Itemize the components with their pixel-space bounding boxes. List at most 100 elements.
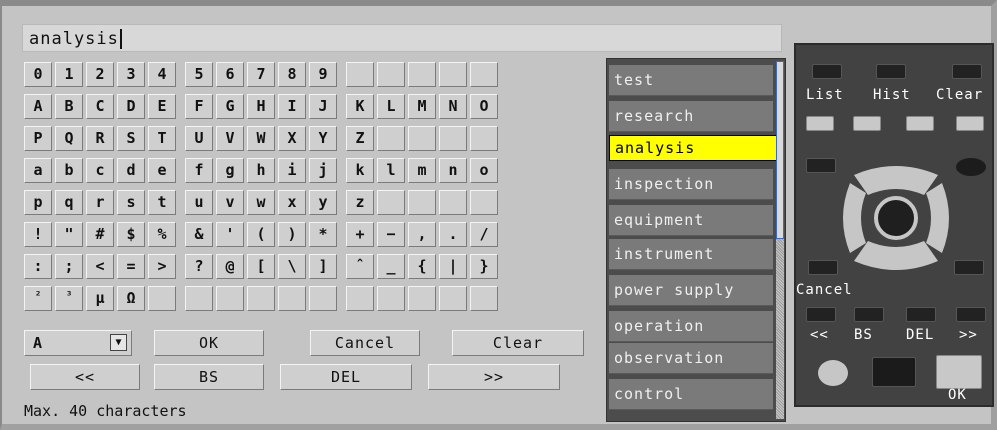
blank-key[interactable] <box>408 190 436 215</box>
blank-key[interactable] <box>439 62 467 87</box>
character-key[interactable]: ' <box>216 222 244 247</box>
history-list-item[interactable]: test <box>609 65 773 96</box>
blank-key[interactable] <box>346 286 374 311</box>
menu-remote-button[interactable] <box>806 158 836 173</box>
character-key[interactable]: S <box>117 126 145 151</box>
ok-button[interactable]: OK <box>154 330 264 356</box>
character-key[interactable]: 6 <box>216 62 244 87</box>
character-key[interactable]: ! <box>24 222 52 247</box>
history-list-item[interactable]: control <box>609 379 773 410</box>
character-key[interactable]: . <box>439 222 467 247</box>
character-key[interactable]: 0 <box>24 62 52 87</box>
character-key[interactable]: T <box>148 126 176 151</box>
character-key[interactable]: * <box>309 222 337 247</box>
enter-remote-button[interactable] <box>954 260 984 275</box>
character-key[interactable]: : <box>24 254 52 279</box>
character-key[interactable]: 4 <box>148 62 176 87</box>
character-key[interactable]: % <box>148 222 176 247</box>
character-key[interactable]: b <box>55 158 83 183</box>
character-key[interactable]: | <box>439 254 467 279</box>
blank-key[interactable] <box>247 286 275 311</box>
character-key[interactable]: F <box>185 94 213 119</box>
blank-key[interactable] <box>439 126 467 151</box>
delete-button[interactable]: DEL <box>280 364 412 390</box>
character-key[interactable]: w <box>247 190 275 215</box>
character-key[interactable]: q <box>55 190 83 215</box>
character-key[interactable]: / <box>470 222 498 247</box>
clear-button[interactable]: Clear <box>452 330 584 356</box>
character-key[interactable]: B <box>55 94 83 119</box>
right-remote-button[interactable] <box>956 307 986 322</box>
wide-remote-button[interactable] <box>872 357 916 387</box>
blank-key[interactable] <box>377 190 405 215</box>
cancel-button[interactable]: Cancel <box>310 330 420 356</box>
character-key[interactable]: > <box>148 254 176 279</box>
blank-key[interactable] <box>309 286 337 311</box>
ok-remote-button[interactable] <box>936 355 982 389</box>
character-key[interactable]: Q <box>55 126 83 151</box>
character-key[interactable]: I <box>278 94 306 119</box>
character-key[interactable]: H <box>247 94 275 119</box>
text-input[interactable]: analysis <box>22 24 782 52</box>
history-list-item[interactable]: research <box>609 101 773 132</box>
character-key[interactable]: d <box>117 158 145 183</box>
function-button-1[interactable] <box>806 116 834 131</box>
character-key[interactable]: M <box>408 94 436 119</box>
character-key[interactable]: 3 <box>117 62 145 87</box>
character-key[interactable]: h <box>247 158 275 183</box>
character-key[interactable]: ( <box>247 222 275 247</box>
character-key[interactable]: { <box>408 254 436 279</box>
character-key[interactable]: Y <box>309 126 337 151</box>
character-key[interactable]: x <box>278 190 306 215</box>
character-key[interactable]: Z <box>346 126 374 151</box>
character-key[interactable]: ³ <box>55 286 83 311</box>
character-key[interactable]: z <box>346 190 374 215</box>
character-key[interactable]: + <box>346 222 374 247</box>
character-key[interactable]: ² <box>24 286 52 311</box>
blank-key[interactable] <box>377 126 405 151</box>
character-key[interactable]: D <box>117 94 145 119</box>
character-key[interactable]: < <box>86 254 114 279</box>
character-key[interactable]: P <box>24 126 52 151</box>
blank-key[interactable] <box>346 62 374 87</box>
character-key[interactable]: 1 <box>55 62 83 87</box>
history-list-item[interactable]: operation <box>609 311 773 342</box>
character-key[interactable]: μ <box>86 286 114 311</box>
blank-key[interactable] <box>377 286 405 311</box>
character-key[interactable]: y <box>309 190 337 215</box>
character-key[interactable]: C <box>86 94 114 119</box>
history-list-item[interactable]: equipment <box>609 205 773 236</box>
character-key[interactable]: L <box>377 94 405 119</box>
character-key[interactable]: = <box>117 254 145 279</box>
character-key[interactable]: ? <box>185 254 213 279</box>
history-list-item[interactable]: observation <box>609 343 773 374</box>
cancel-remote-button[interactable] <box>808 260 838 275</box>
blank-key[interactable] <box>408 126 436 151</box>
charset-select[interactable]: A ▼ <box>24 330 132 356</box>
character-key[interactable]: A <box>24 94 52 119</box>
character-key[interactable]: c <box>86 158 114 183</box>
character-key[interactable]: , <box>408 222 436 247</box>
left-remote-button[interactable] <box>806 307 836 322</box>
character-key[interactable]: V <box>216 126 244 151</box>
history-list-item[interactable]: inspection <box>609 169 773 200</box>
character-key[interactable]: i <box>278 158 306 183</box>
blank-key[interactable] <box>470 62 498 87</box>
function-button-3[interactable] <box>906 116 934 131</box>
character-key[interactable]: G <box>216 94 244 119</box>
hist-remote-button[interactable] <box>876 64 906 79</box>
character-key[interactable]: U <box>185 126 213 151</box>
blank-key[interactable] <box>148 286 176 311</box>
character-key[interactable]: ] <box>309 254 337 279</box>
blank-key[interactable] <box>408 286 436 311</box>
backspace-button[interactable]: BS <box>154 364 264 390</box>
clear-remote-button[interactable] <box>952 64 982 79</box>
round-remote-button[interactable] <box>818 360 848 386</box>
character-key[interactable]: 2 <box>86 62 114 87</box>
character-key[interactable]: [ <box>247 254 275 279</box>
dpad[interactable] <box>836 153 956 283</box>
character-key[interactable]: t <box>148 190 176 215</box>
character-key[interactable]: X <box>278 126 306 151</box>
character-key[interactable]: # <box>86 222 114 247</box>
blank-key[interactable] <box>278 286 306 311</box>
